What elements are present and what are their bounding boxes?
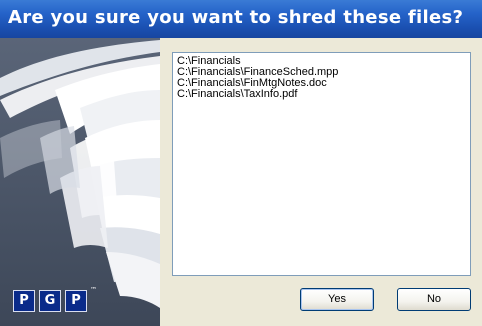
file-list[interactable]: C:\Financials C:\Financials\FinanceSched… [172, 52, 471, 276]
title-bar[interactable]: Are you sure you want to shred these fil… [0, 0, 482, 38]
dialog-title: Are you sure you want to shred these fil… [8, 7, 464, 28]
logo-letter: G [39, 290, 61, 312]
shredded-paper-graphic [0, 38, 160, 326]
logo-letter: P [13, 290, 35, 312]
no-button[interactable]: No [397, 288, 471, 311]
shred-confirm-dialog: Are you sure you want to shred these fil… [0, 0, 482, 326]
logo-letter: P [65, 290, 87, 312]
file-list-item[interactable]: C:\Financials\TaxInfo.pdf [177, 89, 466, 100]
sidebar-panel: P G P ™ [0, 38, 160, 326]
yes-button[interactable]: Yes [300, 288, 374, 311]
logo-trademark: ™ [90, 286, 97, 294]
